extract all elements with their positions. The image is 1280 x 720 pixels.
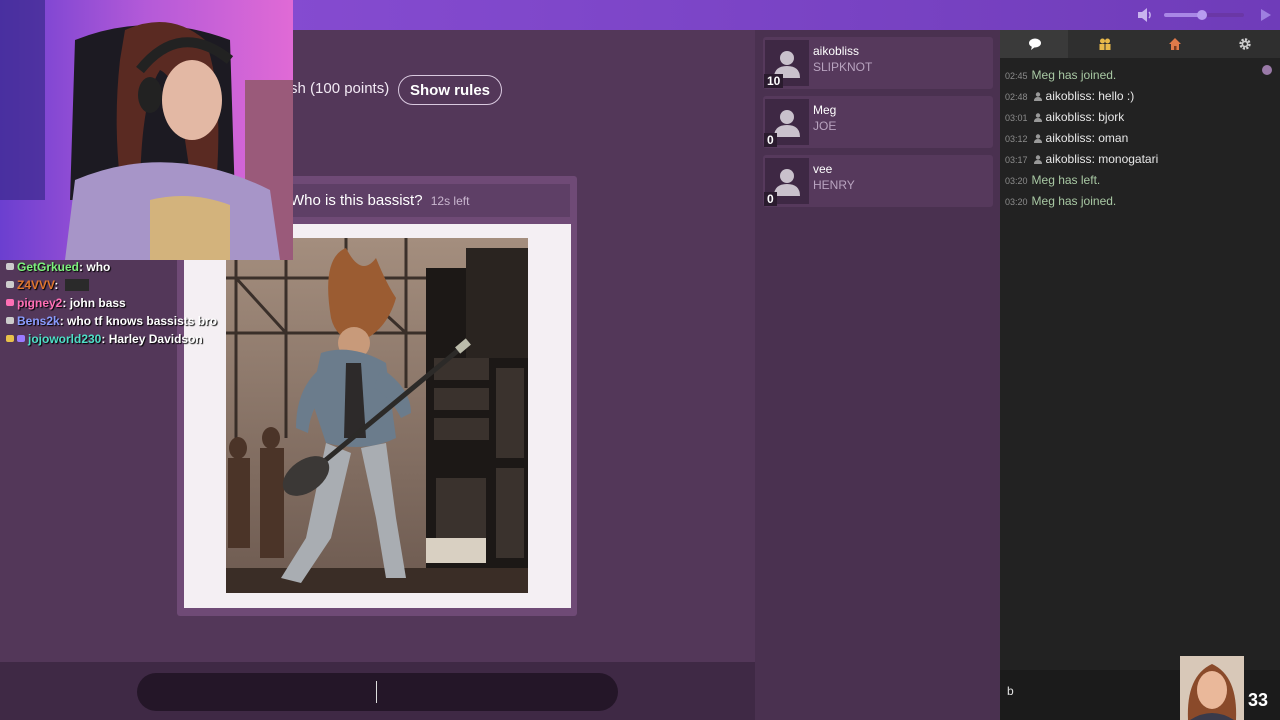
volume-knob[interactable] <box>1197 10 1208 20</box>
game-mode-label: sh (100 points) <box>290 80 390 97</box>
heart-badge-icon <box>6 299 14 306</box>
player-card[interactable]: 10 aikobliss SLIPKNOT <box>763 37 993 89</box>
stream-chat-user: Z4VVV <box>17 278 55 292</box>
question-text: Who is this bassist? <box>290 192 423 209</box>
chat-message: 03:17 aikobliss: monogatari <box>1005 152 1159 167</box>
stream-chat-text: who tf knows bassists bro <box>67 314 218 328</box>
play-icon[interactable] <box>1256 6 1274 24</box>
stream-chat-text: Harley Davidson <box>108 332 203 346</box>
chat-message: 03:12 aikobliss: oman <box>1005 131 1129 146</box>
chat-message: 03:20 Meg has left. <box>1005 173 1100 187</box>
message-text: oman <box>1098 131 1129 145</box>
answer-bar <box>0 662 755 720</box>
player-answer: JOE <box>813 119 837 133</box>
players-panel: 10 aikobliss SLIPKNOT 0 Meg JOE 0 vee HE… <box>755 30 1000 720</box>
sub-badge-icon <box>17 335 25 342</box>
volume-icon[interactable] <box>1136 6 1154 24</box>
message-user[interactable]: aikobliss <box>1046 110 1092 124</box>
guest-webcam <box>1180 656 1244 720</box>
stream-chat-line: Bens2k: who tf knows bassists bro <box>6 314 217 328</box>
chat-message: 02:45 Meg has joined. <box>1005 68 1116 82</box>
message-user[interactable]: aikobliss <box>1046 152 1092 166</box>
message-user[interactable]: aikobliss <box>1046 131 1092 145</box>
player-score: 0 <box>764 133 777 147</box>
stream-chat-user: GetGrkued <box>17 260 80 274</box>
show-rules-button[interactable]: Show rules <box>398 75 503 105</box>
tab-room[interactable] <box>1140 30 1208 58</box>
bassist-photo <box>226 238 528 593</box>
chat-message: 02:48 aikobliss: hello :) <box>1005 89 1135 104</box>
stream-chat-line: GetGrkued: who <box>6 260 110 274</box>
message-text: Meg has joined. <box>1031 68 1117 82</box>
player-name: vee <box>813 162 833 176</box>
message-time: 03:17 <box>1005 155 1028 165</box>
streamer-webcam <box>0 0 293 260</box>
chat-tabs <box>1000 30 1280 58</box>
tab-chat[interactable] <box>1000 30 1068 58</box>
answer-input[interactable] <box>137 673 618 711</box>
message-time: 03:20 <box>1005 197 1028 207</box>
question-image-frame <box>184 224 571 608</box>
user-icon <box>1033 132 1042 146</box>
stream-chat-user: jojoworld230 <box>28 332 102 346</box>
emote-image <box>64 279 89 291</box>
message-text: bjork <box>1098 110 1125 124</box>
stream-chat-user: Bens2k <box>17 314 60 328</box>
message-user[interactable]: aikobliss <box>1046 89 1092 103</box>
player-score: 0 <box>764 192 777 206</box>
chat-badge-icon <box>6 317 14 324</box>
stream-chat-line: jojoworld230: Harley Davidson <box>6 332 203 346</box>
chat-panel: 02:45 Meg has joined. 02:48 aikobliss: hel… <box>1000 30 1280 720</box>
message-time: 03:20 <box>1005 176 1028 186</box>
stream-chat-user: pigney2 <box>17 296 63 310</box>
chat-message: 03:20 Meg has joined. <box>1005 194 1116 208</box>
message-text: hello :) <box>1098 89 1135 103</box>
question-title: Who is this bassist? 12s left <box>290 192 469 209</box>
message-time: 02:48 <box>1005 92 1028 102</box>
player-answer: SLIPKNOT <box>813 60 873 74</box>
user-icon <box>1033 90 1042 104</box>
message-text: Meg has joined. <box>1031 194 1117 208</box>
chat-message: 03:01 aikobliss: bjork <box>1005 110 1125 125</box>
stream-chat-line: Z4VVV: <box>6 278 89 292</box>
chat-input-value: b <box>1007 684 1014 698</box>
player-card[interactable]: 0 Meg JOE <box>763 96 993 148</box>
volume-slider[interactable] <box>1164 10 1244 20</box>
player-name: aikobliss <box>813 44 860 58</box>
text-caret <box>376 681 377 703</box>
player-card[interactable]: 0 vee HENRY <box>763 155 993 207</box>
message-time: 02:45 <box>1005 71 1028 81</box>
player-score: 10 <box>764 74 784 88</box>
player-answer: HENRY <box>813 178 855 192</box>
stream-chat-text: who <box>86 260 111 274</box>
tab-players[interactable] <box>1070 30 1138 58</box>
notification-badge <box>1262 65 1272 75</box>
stream-chat-line: pigney2: john bass <box>6 296 126 310</box>
stream-chat-text: john bass <box>69 296 126 310</box>
viewer-count: 33 <box>1248 690 1269 710</box>
message-time: 03:01 <box>1005 113 1028 123</box>
chat-badge-icon <box>6 335 14 342</box>
message-time: 03:12 <box>1005 134 1028 144</box>
message-text: monogatari <box>1098 152 1159 166</box>
player-name: Meg <box>813 103 837 117</box>
chat-badge-icon <box>6 281 14 288</box>
tab-settings[interactable] <box>1210 30 1278 58</box>
message-text: Meg has left. <box>1031 173 1101 187</box>
user-icon <box>1033 153 1042 167</box>
time-left-label: 12s left <box>430 194 470 208</box>
user-icon <box>1033 111 1042 125</box>
chat-badge-icon <box>6 263 14 270</box>
